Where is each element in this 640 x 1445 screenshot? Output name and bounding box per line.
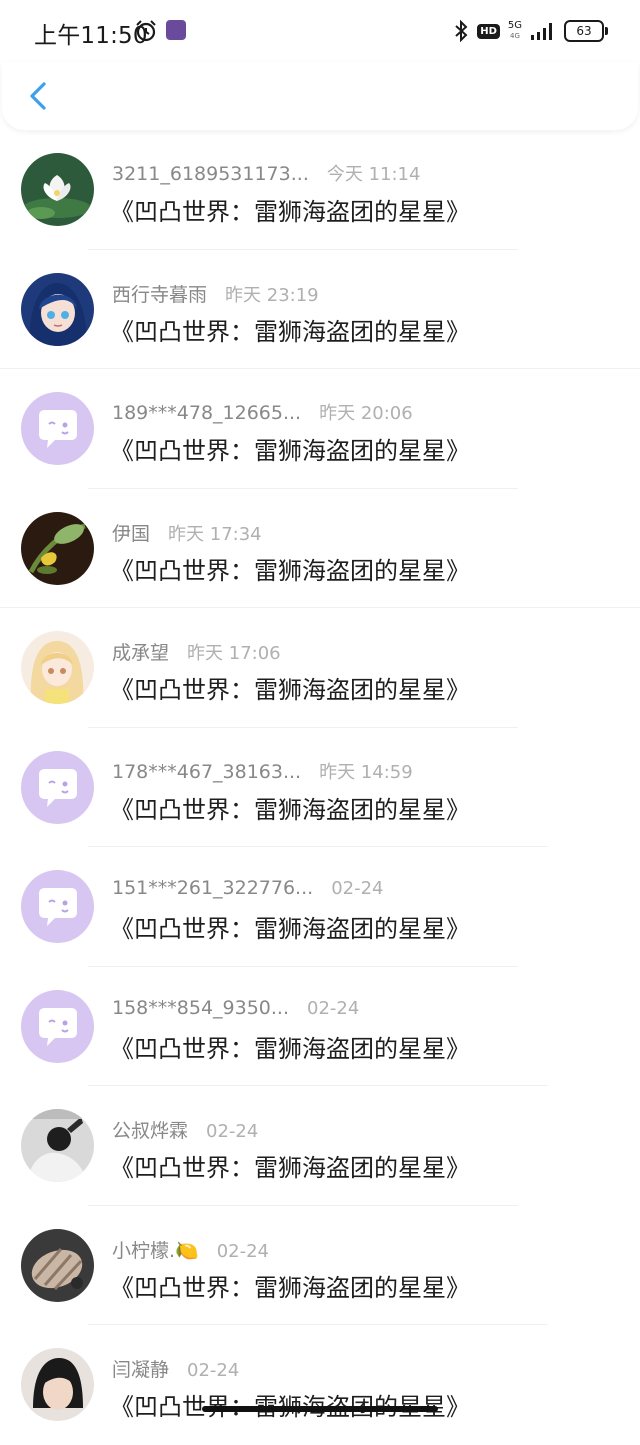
chevron-left-icon[interactable] [22,76,58,116]
message-time: 昨天 17:34 [168,523,262,545]
sender-name-text: 3211_6189531173... [112,163,309,185]
message-time: 02-24 [216,1240,270,1262]
list-item[interactable]: 成承望 昨天 17:06 《凹凸世界：雷狮海盗团的星星》 [0,608,640,728]
battery-level: 63 [576,24,592,38]
message-preview: 《凹凸世界：雷狮海盗团的星星》 [110,437,470,465]
list-item[interactable]: 闫凝静 02-24 《凹凸世界：雷狮海盗团的星星》 [0,1325,640,1445]
sender-name-text: 成承望 [112,642,170,664]
list-item[interactable]: 151***261_322776... 02-24 《凹凸世界：雷狮海盗团的星星》 [0,847,640,967]
message-time: 昨天 20:06 [319,403,413,424]
default-chat-bubble-icon[interactable] [21,989,94,1063]
default-chat-bubble-icon[interactable] [21,392,94,465]
list-item[interactable]: 西行寺暮雨 昨天 23:19 《凹凸世界：雷狮海盗团的星星》 [0,250,640,369]
message-preview: 《凹凸世界：雷狮海盗团的星星》 [110,676,470,704]
message-time: 02-24 [307,997,360,1019]
bluetooth-icon [455,20,468,42]
sender-name: 158***854_9350... 02-24 [112,997,359,1019]
sender-name-text: 伊国 [112,522,151,545]
sender-name-text: 151***261_322776... [112,877,314,899]
list-item[interactable]: 公叔烨霖 02-24 《凹凸世界：雷狮海盗团的星星》 [0,1086,640,1206]
sender-name-text: 闫凝静 [112,1359,170,1381]
message-time: 02-24 [187,1360,240,1381]
network-label: 5G 4G [508,21,522,41]
avatar[interactable] [21,272,94,346]
sender-name: 西行寺暮雨 昨天 23:19 [112,280,319,307]
status-bar: 上午11:50 HD 5G 4G 63 [0,0,640,62]
hd-badge: HD [477,23,500,39]
list-item[interactable]: 小柠檬.🍋 02-24 《凹凸世界：雷狮海盗团的星星》 [0,1206,640,1325]
message-preview: 《凹凸世界：雷狮海盗团的星星》 [110,556,470,585]
home-indicator[interactable] [202,1406,438,1412]
default-chat-bubble-icon[interactable] [21,870,94,943]
message-time: 昨天 17:06 [187,643,281,664]
sender-name: 小柠檬.🍋 02-24 [112,1236,269,1263]
nav-bar [2,62,638,130]
sender-name-text: 公叔烨霖 [112,1120,189,1142]
message-list: 3211_6189531173... 今天 11:14 《凹凸世界：雷狮海盗团的星… [0,130,640,1445]
status-time: 上午11:50 [34,23,148,49]
sender-name-text: 西行寺暮雨 [112,283,208,306]
avatar[interactable] [21,1348,94,1421]
message-time: 02-24 [206,1121,259,1142]
alarm-icon [136,20,156,42]
sender-name-text: 小柠檬.🍋 [112,1239,199,1262]
sender-name: 闫凝静 02-24 [112,1355,239,1382]
sender-name: 3211_6189531173... 今天 11:14 [112,160,420,186]
sender-name: 178***467_38163... 昨天 14:59 [112,758,413,784]
sender-name: 伊国 昨天 17:34 [112,519,262,546]
message-time: 昨天 23:19 [225,284,319,306]
list-item[interactable]: 伊国 昨天 17:34 《凹凸世界：雷狮海盗团的星星》 [0,489,640,608]
avatar[interactable] [21,1228,94,1302]
list-item[interactable]: 158***854_9350... 02-24 《凹凸世界：雷狮海盗团的星星》 [0,967,640,1086]
default-chat-bubble-icon[interactable] [21,750,94,824]
battery-icon: 63 [564,20,608,42]
network-type: 5G [507,20,522,31]
sender-name: 151***261_322776... 02-24 [112,877,384,899]
message-time: 昨天 14:59 [319,761,413,783]
app-notification-icon [166,20,186,40]
network-subtype: 4G [509,32,520,40]
message-preview: 《凹凸世界：雷狮海盗团的星星》 [110,1387,470,1422]
message-preview: 《凹凸世界：雷狮海盗团的星星》 [110,915,470,943]
signal-icon [531,23,552,40]
message-preview: 《凹凸世界：雷狮海盗团的星星》 [110,1273,470,1302]
message-preview: 《凹凸世界：雷狮海盗团的星星》 [110,198,470,226]
message-time: 今天 11:14 [326,164,421,185]
message-preview: 《凹凸世界：雷狮海盗团的星星》 [110,317,470,346]
avatar[interactable] [21,153,94,226]
message-preview: 《凹凸世界：雷狮海盗团的星星》 [110,1034,470,1063]
list-item[interactable]: 3211_6189531173... 今天 11:14 《凹凸世界：雷狮海盗团的星… [0,130,640,250]
message-preview: 《凹凸世界：雷狮海盗团的星星》 [110,1154,470,1182]
message-time: 02-24 [331,878,384,899]
status-right: HD 5G 4G 63 [453,16,608,46]
avatar[interactable] [21,511,94,585]
message-preview: 《凹凸世界：雷狮海盗团的星星》 [110,795,470,824]
sender-name: 189***478_12665... 昨天 20:06 [112,399,413,425]
sender-name: 成承望 昨天 17:06 [112,638,281,665]
avatar[interactable] [21,631,94,704]
sender-name-text: 189***478_12665... [112,402,302,424]
sender-name-text: 178***467_38163... [112,760,302,783]
list-item[interactable]: 178***467_38163... 昨天 14:59 《凹凸世界：雷狮海盗团的星… [0,728,640,847]
sender-name: 公叔烨霖 02-24 [112,1116,258,1143]
avatar[interactable] [21,1109,94,1182]
list-item[interactable]: 189***478_12665... 昨天 20:06 《凹凸世界：雷狮海盗团的星… [0,369,640,489]
sender-name-text: 158***854_9350... [112,996,290,1019]
